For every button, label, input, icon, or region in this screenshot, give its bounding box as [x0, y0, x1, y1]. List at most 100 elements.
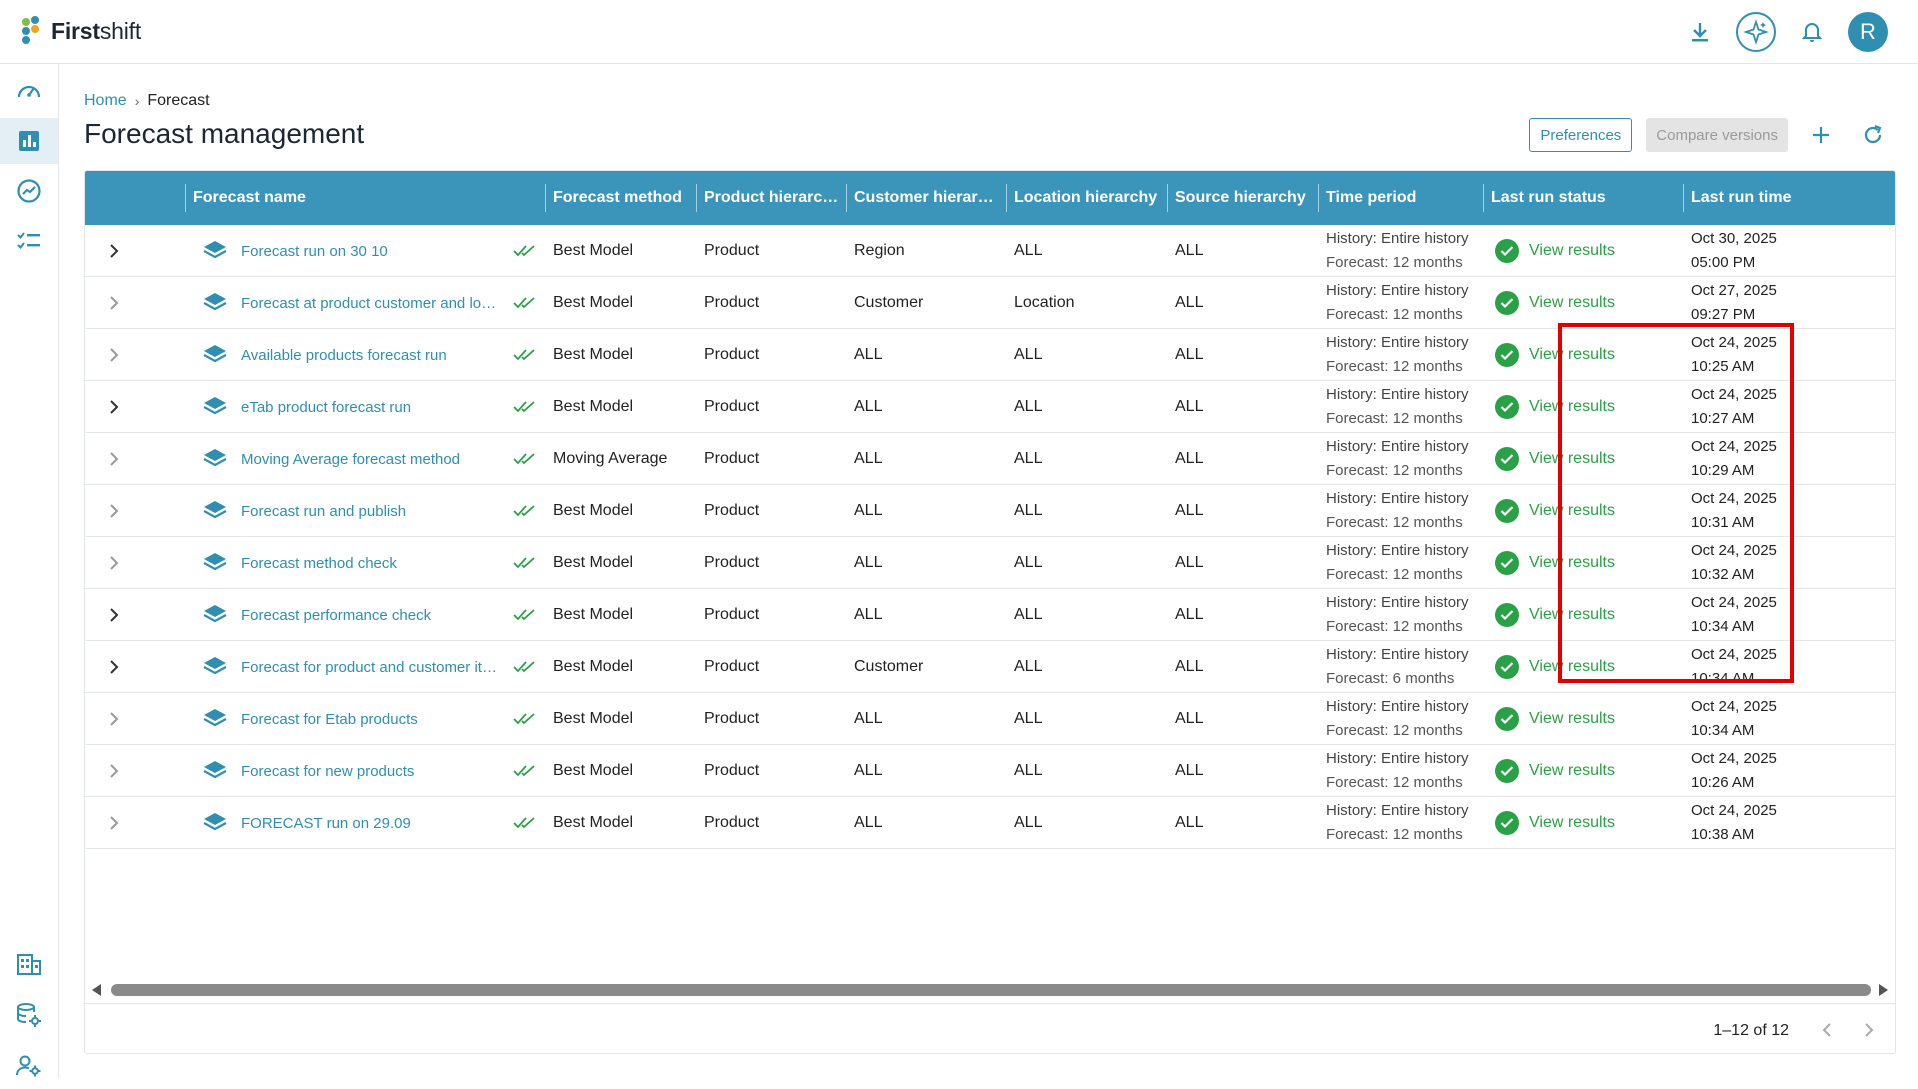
firstshift-logo[interactable]: Firstshift: [22, 16, 141, 46]
forecast-name-link[interactable]: Forecast performance check: [241, 607, 431, 624]
sidebar-item-trends[interactable]: [0, 168, 58, 214]
layers-icon: [195, 277, 235, 329]
horizontal-scrollbar[interactable]: [85, 979, 1895, 1001]
sidebar-item-organization[interactable]: [0, 941, 58, 987]
column-header-last-run-status[interactable]: Last run status: [1483, 171, 1683, 225]
view-results-link[interactable]: View results: [1529, 502, 1615, 520]
next-page-button[interactable]: [1855, 1016, 1883, 1044]
column-header-last-run-time[interactable]: Last run time: [1683, 171, 1873, 225]
sidebar-item-dashboard[interactable]: [0, 68, 58, 114]
expand-row-button[interactable]: [99, 225, 129, 277]
scroll-left-icon[interactable]: [89, 982, 105, 998]
view-results-link[interactable]: View results: [1529, 814, 1615, 832]
view-results-link[interactable]: View results: [1529, 762, 1615, 780]
expand-row-button[interactable]: [99, 381, 129, 433]
chevron-right-icon: [110, 816, 119, 830]
expand-row-button[interactable]: [99, 485, 129, 537]
forecast-method-cell: Moving Average: [553, 450, 668, 467]
forecast-name-cell: Forecast for Etab products: [233, 693, 513, 745]
expand-row-button[interactable]: [99, 745, 129, 797]
forecast-name-link[interactable]: Moving Average forecast method: [241, 451, 460, 468]
column-header-source-hierarchy[interactable]: Source hierarchy: [1167, 171, 1318, 225]
forecast-name-link[interactable]: Forecast for new products: [241, 763, 414, 780]
location-hierarchy-cell: ALL: [1014, 710, 1043, 727]
forecast-name-link[interactable]: Forecast method check: [241, 555, 397, 572]
layers-icon: [195, 225, 235, 277]
source-hierarchy-cell: ALL: [1175, 398, 1204, 415]
column-header-time-period[interactable]: Time period: [1318, 171, 1483, 225]
double-check-icon: [505, 277, 545, 329]
customer-hierarchy-cell: ALL: [854, 554, 883, 571]
table-row[interactable]: Forecast run and publish Best Model Prod…: [85, 485, 1895, 537]
forecast-name-link[interactable]: Forecast run and publish: [241, 503, 406, 520]
table-row[interactable]: Available products forecast run Best Mod…: [85, 329, 1895, 381]
preferences-button[interactable]: Preferences: [1529, 118, 1633, 152]
view-results-link[interactable]: View results: [1529, 606, 1615, 624]
view-results-link[interactable]: View results: [1529, 554, 1615, 572]
table-row[interactable]: Forecast method check Best Model Product…: [85, 537, 1895, 589]
column-header-location-hierarchy[interactable]: Location hierarchy: [1006, 171, 1167, 225]
expand-row-button[interactable]: [99, 693, 129, 745]
table-row[interactable]: Forecast for product and customer it… Be…: [85, 641, 1895, 693]
sidebar-item-tasks[interactable]: [0, 218, 58, 264]
previous-page-button[interactable]: [1813, 1016, 1841, 1044]
bell-icon[interactable]: [1798, 18, 1826, 46]
forecast-name-link[interactable]: Forecast for Etab products: [241, 711, 418, 728]
table-row[interactable]: Forecast run on 30 10 Best Model Product…: [85, 225, 1895, 277]
scroll-right-icon[interactable]: [1875, 982, 1891, 998]
view-results-link[interactable]: View results: [1529, 450, 1615, 468]
forecast-name-link[interactable]: eTab product forecast run: [241, 399, 411, 416]
expand-row-button[interactable]: [99, 277, 129, 329]
scrollbar-thumb[interactable]: [111, 984, 1871, 996]
table-row[interactable]: Moving Average forecast method Moving Av…: [85, 433, 1895, 485]
table-row[interactable]: Forecast performance check Best Model Pr…: [85, 589, 1895, 641]
view-results-link[interactable]: View results: [1529, 346, 1615, 364]
expand-row-button[interactable]: [99, 589, 129, 641]
time-period-cell: History: Entire history Forecast: 12 mon…: [1318, 329, 1483, 381]
table-row[interactable]: Forecast for new products Best Model Pro…: [85, 745, 1895, 797]
sidebar-item-data-settings[interactable]: [0, 992, 58, 1038]
column-header-customer-hierarchy[interactable]: Customer hierar…: [846, 171, 1006, 225]
last-run-status-cell: View results: [1483, 589, 1683, 641]
breadcrumb-home[interactable]: Home: [84, 92, 127, 110]
forecast-name-cell: eTab product forecast run: [233, 381, 513, 433]
expand-row-button[interactable]: [99, 329, 129, 381]
ai-assistant-button[interactable]: [1736, 12, 1776, 52]
layers-icon: [195, 433, 235, 485]
column-header-product-hierarchy[interactable]: Product hierarc…: [696, 171, 846, 225]
expand-row-button[interactable]: [99, 641, 129, 693]
time-period-cell: History: Entire history Forecast: 12 mon…: [1318, 485, 1483, 537]
view-results-link[interactable]: View results: [1529, 398, 1615, 416]
forecast-name-link[interactable]: FORECAST run on 29.09: [241, 815, 411, 832]
add-forecast-button[interactable]: [1802, 118, 1840, 152]
layers-icon: [195, 745, 235, 797]
sidebar-item-forecast[interactable]: [0, 118, 58, 164]
expand-row-button[interactable]: [99, 537, 129, 589]
view-results-link[interactable]: View results: [1529, 294, 1615, 312]
sidebar-item-user-settings[interactable]: [0, 1043, 58, 1089]
product-hierarchy-cell: Product: [704, 606, 760, 623]
column-header-forecast-name[interactable]: Forecast name: [185, 171, 545, 225]
expand-row-button[interactable]: [99, 433, 129, 485]
time-period-cell: History: Entire history Forecast: 12 mon…: [1318, 537, 1483, 589]
table-row[interactable]: FORECAST run on 29.09 Best Model Product…: [85, 797, 1895, 849]
forecast-name-link[interactable]: Forecast for product and customer it…: [241, 659, 497, 676]
compare-versions-button[interactable]: Compare versions: [1646, 118, 1788, 152]
view-results-link[interactable]: View results: [1529, 658, 1615, 676]
table-row[interactable]: eTab product forecast run Best Model Pro…: [85, 381, 1895, 433]
view-results-link[interactable]: View results: [1529, 710, 1615, 728]
view-results-link[interactable]: View results: [1529, 242, 1615, 260]
success-check-icon: [1495, 551, 1519, 575]
column-header-forecast-method[interactable]: Forecast method: [545, 171, 696, 225]
table-row[interactable]: Forecast at product customer and lo… Bes…: [85, 277, 1895, 329]
forecast-name-link[interactable]: Forecast run on 30 10: [241, 243, 388, 260]
expand-row-button[interactable]: [99, 797, 129, 849]
database-settings-icon: [17, 1003, 41, 1027]
user-avatar[interactable]: R: [1848, 12, 1888, 52]
table-row[interactable]: Forecast for Etab products Best Model Pr…: [85, 693, 1895, 745]
refresh-button[interactable]: [1854, 118, 1892, 152]
forecast-name-link[interactable]: Forecast at product customer and lo…: [241, 295, 496, 312]
forecast-method-cell: Best Model: [553, 554, 634, 571]
download-icon[interactable]: [1686, 18, 1714, 46]
forecast-name-link[interactable]: Available products forecast run: [241, 347, 447, 364]
